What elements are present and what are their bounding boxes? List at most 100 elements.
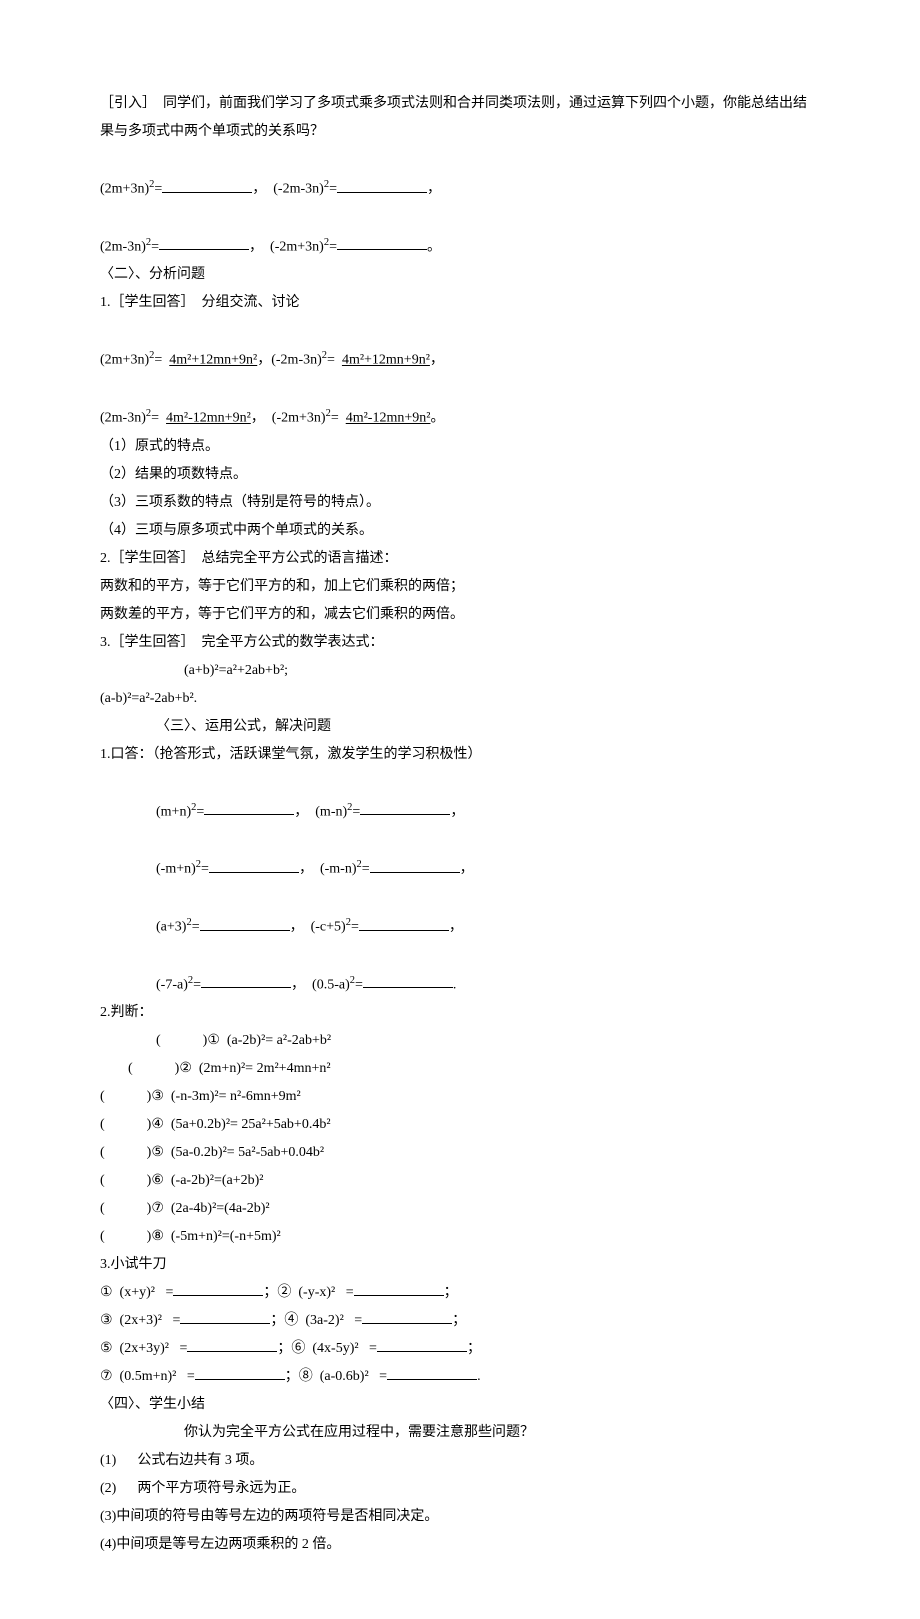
blank (387, 1365, 477, 1380)
intro-label: ［引入］ (100, 96, 156, 111)
summary-item: (3)中间项的符号由等号左边的两项符号是否相同决定。 (100, 1503, 820, 1531)
intro-text: 同学们，前面我们学习了多项式乘多项式法则和合并同类项法则，通过运算下列四个小题，… (100, 96, 807, 139)
try-b: ；② (-y-x)² = (263, 1285, 353, 1300)
blank (360, 800, 450, 815)
try-a: ⑤ (2x+3y)² = (100, 1341, 187, 1356)
expr: (-m-n) (320, 862, 357, 877)
expr: (-m+n) (156, 862, 196, 877)
judge-text: ③ (-n-3m)²= n²-6mn+9m² (151, 1089, 300, 1104)
bullet-item: （1）原式的特点。 (100, 433, 820, 461)
blank (377, 1337, 467, 1352)
judge-item: ( )② (2m+n)²= 2m²+4mn+n² (100, 1055, 820, 1083)
judge-item: ( )⑧ (-5m+n)²=(-n+5m)² (100, 1223, 820, 1251)
blank (337, 235, 427, 250)
try-b: ；⑧ (a-0.6b)² = (285, 1369, 387, 1384)
judge-item: ( )③ (-n-3m)²= n²-6mn+9m² (100, 1083, 820, 1111)
oral-row: (m+n)2=， (m-n)2=， (100, 769, 820, 827)
blank (195, 1365, 285, 1380)
answer-row-2: (2m-3n)2= 4m²-12mn+9n²， (-2m+3n)2= 4m²-1… (100, 375, 820, 433)
judge-text: ⑤ (5a-0.2b)²= 5a²-5ab+0.04b² (151, 1145, 324, 1160)
try-end: ； (467, 1341, 481, 1356)
oral-row: (-m+n)2=， (-m-n)2=， (100, 826, 820, 884)
try-b: ；④ (3a-2)² = (270, 1313, 362, 1328)
formula-2: (a-b)²=a²-2ab+b². (100, 685, 820, 713)
expr: (2m+3n) (100, 353, 149, 368)
judge-text: ⑧ (-5m+n)²=(-n+5m)² (151, 1229, 280, 1244)
blank (187, 1337, 277, 1352)
try-row: ⑦ (0.5m+n)² =；⑧ (a-0.6b)² =. (100, 1363, 820, 1391)
try-end: ； (452, 1313, 466, 1328)
blank (204, 800, 294, 815)
oral-heading: 1.口答：（抢答形式，活跃课堂气氛，激发学生的学习积极性） (100, 741, 820, 769)
bullet-item: （3）三项系数的特点（特别是符号的特点）。 (100, 489, 820, 517)
judge-item: ( )⑦ (2a-4b)²=(4a-2b)² (100, 1195, 820, 1223)
formula-1: (a+b)²=a²+2ab+b²; (100, 657, 820, 685)
summary-item: (1) 公式右边共有 3 项。 (100, 1447, 820, 1475)
answer-row-1: (2m+3n)2= 4m²+12mn+9n²，(-2m-3n)2= 4m²+12… (100, 317, 820, 375)
blank (370, 858, 460, 873)
try-a: ① (x+y)² = (100, 1285, 173, 1300)
underlined-answer: 4m²+12mn+9n² (342, 353, 430, 368)
blank (159, 235, 249, 250)
judge-text: ① (a-2b)²= a²-2ab+b² (207, 1033, 331, 1048)
judge-text: ⑦ (2a-4b)²=(4a-2b)² (151, 1201, 269, 1216)
expr: (m-n) (315, 804, 347, 819)
try-b: ；⑥ (4x-5y)² = (277, 1341, 377, 1356)
expr: (a+3) (156, 920, 186, 935)
rule-sum: 两数和的平方，等于它们平方的和，加上它们乘积的两倍； (100, 573, 820, 601)
expr: (-7-a) (156, 977, 188, 992)
judge-text: ⑥ (-a-2b)²=(a+2b)² (151, 1173, 263, 1188)
bullet-item: （2）结果的项数特点。 (100, 461, 820, 489)
expr: (-2m+3n) (272, 411, 326, 426)
blank (200, 916, 290, 931)
try-a: ③ (2x+3)² = (100, 1313, 180, 1328)
judge-text: ④ (5a+0.2b)²= 25a²+5ab+0.4b² (151, 1117, 330, 1132)
section-4-question: 你认为完全平方公式在应用过程中，需要注意那些问题？ (100, 1419, 820, 1447)
blank (354, 1281, 444, 1296)
summary-item: (2) 两个平方项符号永远为正。 (100, 1475, 820, 1503)
expr: (-c+5) (311, 920, 346, 935)
blank (180, 1309, 270, 1324)
blank-row-1: (2m+3n)2=， (-2m-3n)2=， (100, 146, 820, 204)
judge-item: ( )⑥ (-a-2b)²=(a+2b)² (100, 1167, 820, 1195)
underlined-answer: 4m²-12mn+9n² (166, 411, 251, 426)
try-heading: 3.小试牛刀 (100, 1251, 820, 1279)
blank-row-2: (2m-3n)2=， (-2m+3n)2=。 (100, 204, 820, 262)
expr: (2m+3n) (100, 182, 149, 197)
underlined-answer: 4m²+12mn+9n² (169, 353, 257, 368)
rule-diff: 两数差的平方，等于它们平方的和，减去它们乘积的两倍。 (100, 601, 820, 629)
student-answer-3: 3.［学生回答］ 完全平方公式的数学表达式： (100, 629, 820, 657)
expr: (2m-3n) (100, 411, 146, 426)
blank (337, 178, 427, 193)
blank (162, 178, 252, 193)
blank (201, 973, 291, 988)
intro: ［引入］ 同学们，前面我们学习了多项式乘多项式法则和合并同类项法则，通过运算下列… (100, 90, 820, 146)
section-3-heading: 〈三〉、运用公式，解决问题 (100, 713, 820, 741)
expr: (-2m-3n) (271, 353, 322, 368)
blank (363, 973, 453, 988)
judge-heading: 2.判断： (100, 999, 820, 1027)
try-end: ； (444, 1285, 458, 1300)
try-row: ⑤ (2x+3y)² = ；⑥ (4x-5y)² = ； (100, 1335, 820, 1363)
oral-row: (a+3)2=， (-c+5)2=， (100, 884, 820, 942)
student-answer-1: 1.［学生回答］ 分组交流、讨论 (100, 289, 820, 317)
expr: (-2m+3n) (270, 239, 324, 254)
expr: (m+n) (156, 804, 191, 819)
summary-item: (4)中间项是等号左边两项乘积的 2 倍。 (100, 1531, 820, 1559)
underlined-answer: 4m²-12mn+9n² (346, 411, 431, 426)
section-4-heading: 〈四〉、学生小结 (100, 1391, 820, 1419)
blank (359, 916, 449, 931)
blank (173, 1281, 263, 1296)
judge-item: ( )④ (5a+0.2b)²= 25a²+5ab+0.4b² (100, 1111, 820, 1139)
judge-text: ② (2m+n)²= 2m²+4mn+n² (179, 1061, 330, 1076)
bullet-item: （4）三项与原多项式中两个单项式的关系。 (100, 517, 820, 545)
blank (362, 1309, 452, 1324)
expr: (-2m-3n) (273, 182, 324, 197)
section-2-heading: 〈二〉、分析问题 (100, 261, 820, 289)
expr: (0.5-a) (312, 977, 350, 992)
student-answer-2: 2.［学生回答］ 总结完全平方公式的语言描述： (100, 545, 820, 573)
try-a: ⑦ (0.5m+n)² = (100, 1369, 195, 1384)
expr: (2m-3n) (100, 239, 146, 254)
judge-item: ( )⑤ (5a-0.2b)²= 5a²-5ab+0.04b² (100, 1139, 820, 1167)
judge-item: ( )① (a-2b)²= a²-2ab+b² (100, 1027, 820, 1055)
